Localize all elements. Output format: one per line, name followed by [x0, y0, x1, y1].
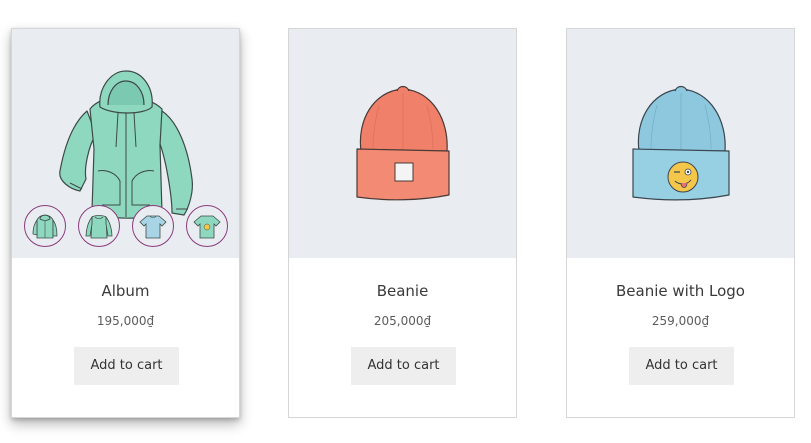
beanie-icon	[356, 85, 450, 201]
add-to-cart-button[interactable]: Add to cart	[351, 347, 456, 385]
hoodie-icon	[32, 214, 58, 239]
product-card-beanie-with-logo[interactable]: Beanie with Logo 259,000₫ Add to cart	[566, 28, 795, 418]
product-title[interactable]: Beanie with Logo	[567, 282, 794, 300]
thumbnail-3[interactable]	[132, 205, 174, 247]
thumbnail-4[interactable]	[186, 205, 228, 247]
product-card-album[interactable]: Album 195,000₫ Add to cart	[11, 28, 240, 418]
product-price: 195,000₫	[96, 314, 155, 328]
thumbnail-2[interactable]	[78, 205, 120, 247]
product-price: 205,000₫	[373, 314, 432, 328]
gallery-thumbnails	[24, 205, 230, 247]
product-title[interactable]: Beanie	[289, 282, 516, 300]
add-to-cart-button[interactable]: Add to cart	[629, 347, 734, 385]
longsleeve-icon	[85, 215, 113, 239]
product-card-beanie[interactable]: Beanie 205,000₫ Add to cart	[288, 28, 517, 418]
product-image[interactable]	[12, 29, 239, 258]
add-to-cart-button[interactable]: Add to cart	[74, 347, 179, 385]
product-image[interactable]	[289, 29, 516, 258]
tshirt-logo-icon	[193, 215, 221, 239]
beanie-logo-icon	[632, 85, 730, 201]
product-title[interactable]: Album	[12, 282, 239, 300]
thumbnail-1[interactable]	[24, 205, 66, 247]
product-grid: Album 195,000₫ Add to cart Beanie 205,00…	[0, 0, 811, 443]
tshirt-icon	[139, 215, 167, 239]
product-image[interactable]	[567, 29, 794, 258]
product-price: 259,000₫	[651, 314, 710, 328]
